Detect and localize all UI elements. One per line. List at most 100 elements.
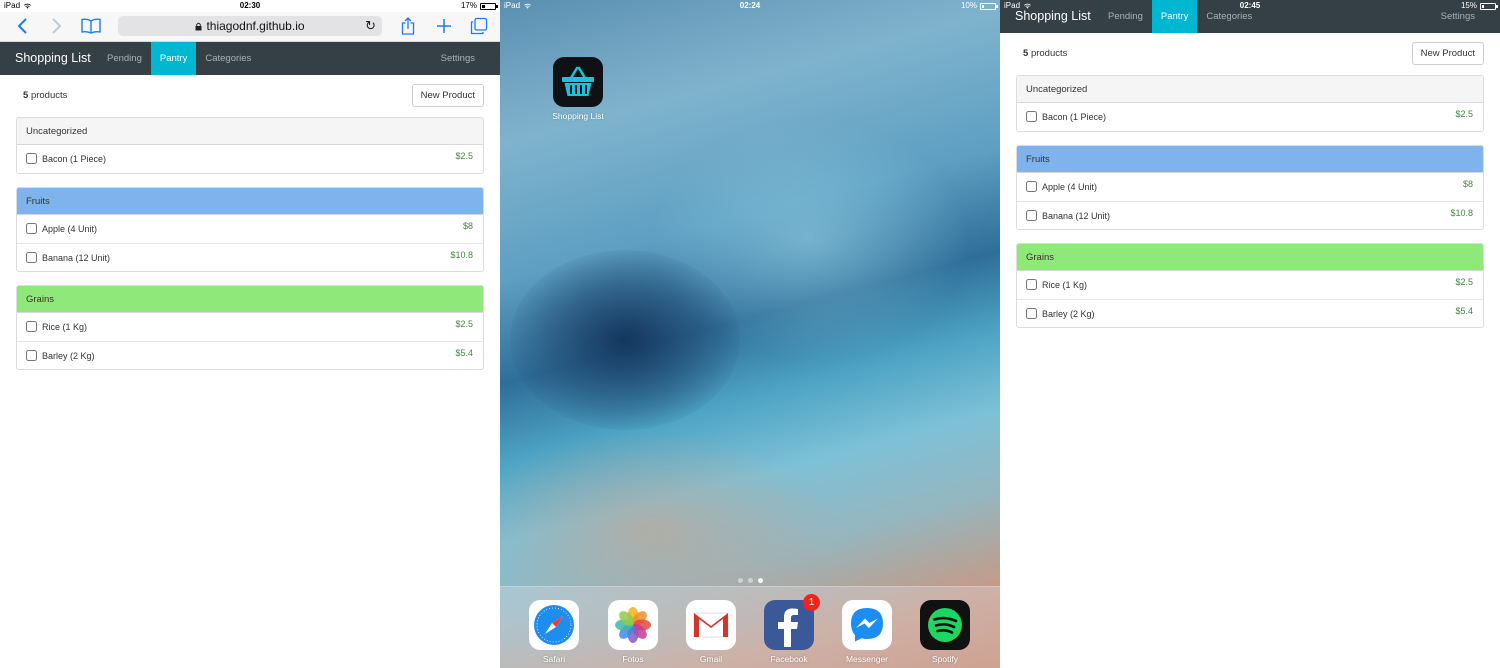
add-tab-icon[interactable] — [433, 15, 455, 37]
tabs-icon[interactable] — [468, 15, 490, 37]
product-row[interactable]: Rice (1 Kg) $2.5 — [17, 313, 483, 341]
new-product-button[interactable]: New Product — [411, 84, 484, 107]
app-label: Gmail — [699, 654, 723, 664]
wallpaper-shadow — [510, 250, 740, 430]
product-price: $2.5 — [1455, 277, 1473, 287]
status-bar: iPad 02:24 10% — [500, 0, 1000, 12]
url-bar[interactable]: thiagodnf.github.io ↻ — [118, 16, 382, 36]
product-price: $10.8 — [450, 250, 473, 260]
product-name: Apple (4 Unit) — [1042, 182, 1098, 192]
dock-app-photos[interactable]: Fotos — [598, 600, 668, 664]
tab-pantry[interactable]: Pantry — [150, 42, 197, 75]
back-icon[interactable] — [11, 15, 33, 37]
safari-icon — [529, 600, 579, 650]
category-heading: Grains — [17, 286, 483, 313]
shopping-basket-icon — [553, 57, 603, 107]
tab-settings[interactable]: Settings — [1441, 0, 1475, 33]
product-checkbox[interactable] — [1026, 308, 1037, 319]
product-price: $2.5 — [455, 151, 473, 161]
share-icon[interactable] — [397, 15, 419, 37]
product-name: Barley (2 Kg) — [42, 351, 95, 361]
product-price: $2.5 — [455, 319, 473, 329]
battery-icon — [1480, 2, 1498, 10]
dock-app-messenger[interactable]: Messenger — [832, 600, 902, 664]
tab-categories[interactable]: Categories — [196, 42, 260, 75]
product-name: Bacon (1 Piece) — [1042, 112, 1107, 122]
app-label: Facebook — [770, 654, 808, 664]
dock-app-facebook[interactable]: 1 Facebook — [754, 594, 824, 664]
tab-settings[interactable]: Settings — [441, 42, 475, 75]
product-row[interactable]: Apple (4 Unit) $8 — [17, 215, 483, 243]
brand-link[interactable]: Shopping List — [15, 42, 91, 75]
dock-app-spotify[interactable]: Spotify — [910, 600, 980, 664]
product-name: Barley (2 Kg) — [1042, 309, 1095, 319]
product-name: Bacon (1 Piece) — [42, 154, 107, 164]
messenger-icon — [842, 600, 892, 650]
gmail-icon — [686, 600, 736, 650]
tab-categories[interactable]: Categories — [1197, 0, 1261, 33]
product-checkbox[interactable] — [26, 252, 37, 263]
tab-pending[interactable]: Pending — [1099, 0, 1152, 33]
product-checkbox[interactable] — [1026, 279, 1037, 290]
product-row[interactable]: Bacon (1 Piece) $2.5 — [17, 145, 483, 173]
url-text: thiagodnf.github.io — [206, 19, 305, 33]
pantry-content: 5 products New Product Uncategorized Bac… — [1016, 42, 1484, 328]
product-row[interactable]: Apple (4 Unit) $8 — [1017, 173, 1483, 201]
status-time: 02:24 — [739, 1, 761, 10]
dock-app-safari[interactable]: Safari — [519, 600, 589, 664]
safari-toolbar: thiagodnf.github.io ↻ — [0, 12, 500, 42]
bookmarks-icon[interactable] — [80, 15, 102, 37]
battery-icon — [980, 2, 998, 10]
forward-icon[interactable] — [46, 15, 68, 37]
product-checkbox[interactable] — [1026, 210, 1037, 221]
product-checkbox[interactable] — [1026, 181, 1037, 192]
notification-badge: 1 — [803, 594, 820, 611]
dock: Safari Fotos Gmail 1 Facebook Messenger … — [500, 586, 1000, 668]
app-screen: iPad 02:45 15% Shopping List Pending Pan… — [1000, 0, 1500, 668]
shopping-list-app[interactable]: Shopping List — [543, 57, 613, 121]
product-price: $5.4 — [1455, 306, 1473, 316]
product-name: Banana (12 Unit) — [1042, 211, 1111, 221]
battery-icon — [480, 2, 498, 10]
product-row[interactable]: Banana (12 Unit) $10.8 — [1017, 201, 1483, 229]
tab-pending[interactable]: Pending — [98, 42, 151, 75]
category-panel-grains: Grains Rice (1 Kg) $2.5 Barley (2 Kg) $5… — [1016, 243, 1484, 328]
product-count: 5 products — [23, 90, 68, 101]
product-checkbox[interactable] — [26, 350, 37, 361]
category-heading: Uncategorized — [1017, 76, 1483, 103]
product-row[interactable]: Bacon (1 Piece) $2.5 — [1017, 103, 1483, 131]
lock-icon — [195, 22, 202, 30]
spotify-icon — [920, 600, 970, 650]
product-name: Banana (12 Unit) — [42, 253, 111, 263]
brand-link[interactable]: Shopping List — [1015, 1, 1091, 32]
app-label: Spotify — [932, 654, 958, 664]
app-label: Safari — [542, 654, 566, 664]
product-price: $8 — [462, 221, 473, 231]
status-time: 02:30 — [239, 1, 261, 10]
product-row[interactable]: Rice (1 Kg) $2.5 — [1017, 271, 1483, 299]
app-label: Fotos — [622, 654, 644, 664]
product-row[interactable]: Barley (2 Kg) $5.4 — [1017, 299, 1483, 327]
page-dot — [747, 578, 753, 583]
product-checkbox[interactable] — [1026, 111, 1037, 122]
new-product-button[interactable]: New Product — [1411, 42, 1484, 65]
tab-pantry[interactable]: Pantry — [1151, 0, 1198, 33]
facebook-icon: 1 — [764, 594, 820, 650]
product-checkbox[interactable] — [26, 321, 37, 332]
product-row[interactable]: Barley (2 Kg) $5.4 — [17, 341, 483, 369]
product-name: Rice (1 Kg) — [42, 322, 88, 332]
product-row[interactable]: Banana (12 Unit) $10.8 — [17, 243, 483, 271]
product-checkbox[interactable] — [26, 153, 37, 164]
app-label: Shopping List — [552, 111, 604, 121]
product-checkbox[interactable] — [26, 223, 37, 234]
dock-app-gmail[interactable]: Gmail — [676, 600, 746, 664]
category-heading: Fruits — [17, 188, 483, 215]
product-name: Apple (4 Unit) — [42, 224, 98, 234]
product-price: $5.4 — [455, 348, 473, 358]
page-indicator — [500, 578, 1000, 583]
category-panel-grains: Grains Rice (1 Kg) $2.5 Barley (2 Kg) $5… — [16, 285, 484, 370]
app-navbar: iPad 02:45 15% Shopping List Pending Pan… — [1000, 0, 1500, 33]
photos-icon — [608, 600, 658, 650]
page-dot-current — [757, 578, 763, 583]
reload-icon[interactable]: ↻ — [365, 18, 376, 34]
